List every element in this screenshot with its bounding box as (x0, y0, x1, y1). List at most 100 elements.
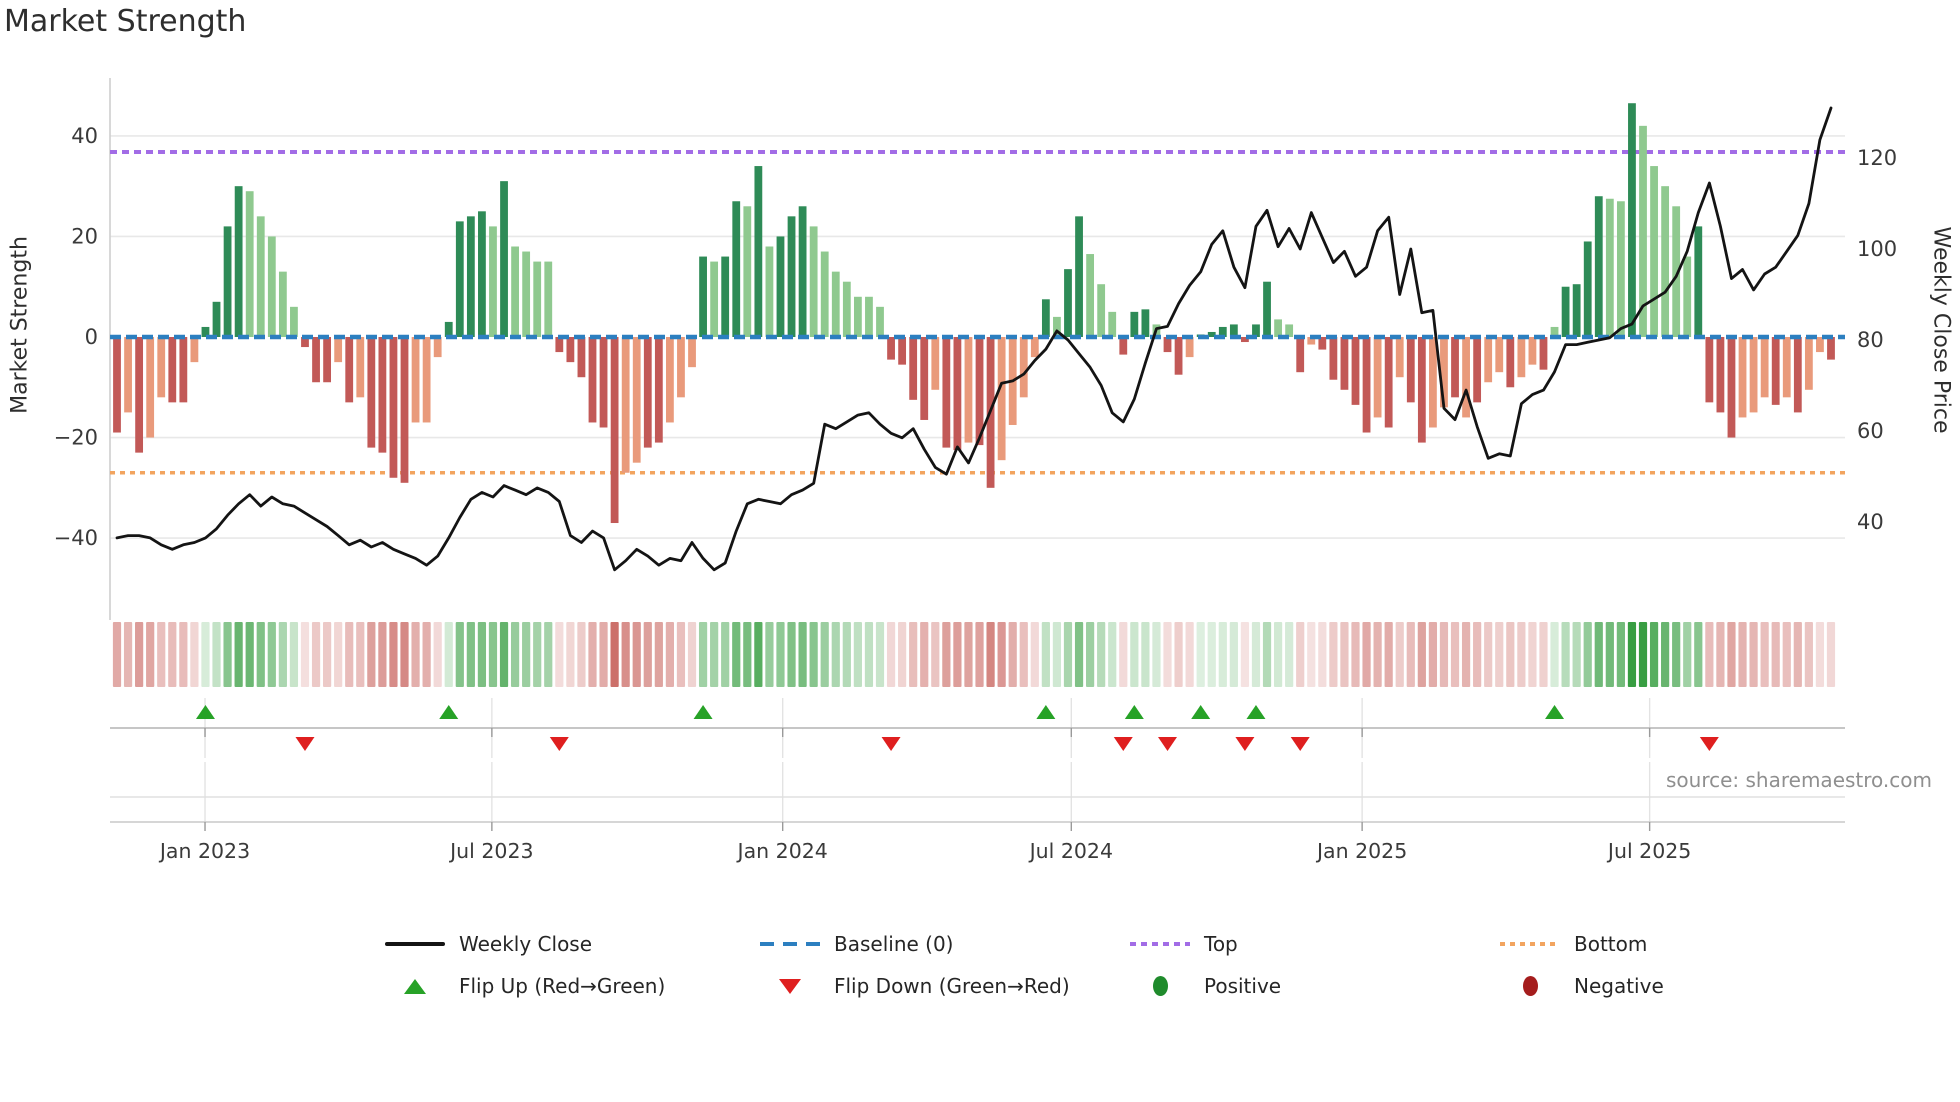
heatmap-cell (1649, 622, 1659, 687)
strength-bar (1373, 337, 1382, 418)
flip-up-marker (693, 705, 713, 719)
strength-bar (1097, 284, 1106, 337)
strength-bar (256, 216, 265, 337)
strength-bar (1816, 337, 1824, 353)
strength-bar (831, 271, 840, 337)
strength-bar (400, 337, 409, 483)
strength-bars (113, 103, 1835, 524)
strength-bar (1506, 337, 1515, 388)
heatmap-cell (1738, 622, 1747, 687)
heatmap-cell (1683, 622, 1692, 687)
strength-bar (1716, 337, 1725, 413)
heatmap-cell (1439, 622, 1449, 687)
heatmap-cell (289, 622, 299, 687)
legend-label: Flip Up (Red→Green) (459, 974, 666, 998)
heatmap-cell (1528, 622, 1537, 687)
heatmap-cell (842, 622, 851, 687)
strength-bar (699, 256, 707, 337)
heatmap-cell (643, 622, 652, 687)
heatmap-cell (190, 622, 199, 687)
strength-bar (754, 166, 763, 337)
heatmap-cell (1583, 622, 1592, 687)
strength-bar (1694, 226, 1703, 337)
x-axis-band: Jan 2023 Jul 2023 Jan 2024 Jul 2024 Jan 2025… (110, 728, 1845, 863)
strength-bar (1661, 186, 1670, 337)
flip-up-triangle-icon (385, 978, 445, 994)
heatmap-cell (1063, 622, 1073, 687)
strength-bar (1616, 201, 1625, 337)
heatmap-cell (1760, 622, 1769, 687)
right-tick-label: 100 (1857, 237, 1897, 261)
heatmap-cell (1041, 622, 1050, 687)
strength-bar (677, 337, 685, 398)
heatmap-cell (986, 622, 995, 687)
heatmap-strip (112, 622, 1836, 687)
heatmap-cell (1052, 622, 1062, 687)
strength-bar (1793, 337, 1802, 413)
heatmap-cell (1074, 622, 1084, 687)
strength-bar (422, 337, 431, 423)
strength-bar (1495, 337, 1504, 373)
strength-bar (765, 246, 774, 337)
flip-up-marker (1191, 705, 1211, 719)
strength-bar (378, 337, 387, 453)
strength-bar (290, 306, 298, 337)
heatmap-cell (146, 622, 155, 687)
negative-dot-icon (1500, 976, 1560, 996)
heatmap-cell (433, 622, 442, 687)
strength-bar (787, 216, 796, 337)
heatmap-cell (743, 622, 752, 687)
heatmap-cell (953, 622, 962, 687)
heatmap-cell (267, 622, 276, 687)
strength-bar (621, 337, 630, 473)
heatmap-cell (1318, 622, 1327, 687)
heatmap-cell (1627, 622, 1637, 687)
strength-bar (953, 337, 962, 451)
heatmap-cell (1461, 622, 1471, 687)
strength-bar (212, 301, 221, 337)
heatmap-cell (488, 622, 498, 687)
heatmap-cell (256, 622, 265, 687)
heatmap-cell (1638, 622, 1648, 687)
strength-bar (345, 337, 354, 403)
heatmap-cell (820, 622, 829, 687)
heatmap-cell (964, 622, 973, 687)
strength-bar (566, 337, 575, 363)
strength-bar (1517, 337, 1526, 378)
strength-bar (1628, 103, 1636, 337)
strength-bar (1594, 196, 1603, 337)
legend-bottom: Bottom (1500, 926, 1647, 962)
strength-bar (1163, 337, 1172, 353)
heatmap-cell (278, 622, 287, 687)
heatmap-cell (444, 622, 453, 687)
strength-bar (245, 191, 254, 337)
flip-down-triangle-icon (760, 978, 820, 994)
strength-bar (853, 296, 862, 337)
flip-down-marker (295, 737, 315, 751)
strength-bar (1705, 337, 1714, 403)
heatmap-cell (787, 622, 796, 687)
strength-bar (1064, 269, 1072, 337)
strength-bar (267, 236, 276, 337)
strength-bar (1827, 337, 1835, 360)
market-strength-chart: Market Strength Market Strength Weekly C… (0, 0, 1960, 1102)
heatmap-cell (1782, 622, 1791, 687)
strength-bar (1749, 337, 1758, 413)
strength-bar (1539, 337, 1548, 370)
heatmap-cell (765, 622, 774, 687)
flip-up-marker (1036, 705, 1056, 719)
flip-down-marker (1113, 737, 1133, 751)
heatmap-cell (1517, 622, 1526, 687)
strength-bar (1086, 254, 1095, 337)
strength-bar (632, 337, 641, 463)
strength-bar (555, 337, 564, 353)
heatmap-cell (1307, 622, 1316, 687)
heatmap-cell (1185, 622, 1194, 687)
heatmap-cell (422, 622, 431, 687)
heatmap-cell (1174, 622, 1183, 687)
strength-bar (865, 296, 873, 337)
strength-bar (1417, 337, 1426, 443)
strength-bar (1075, 216, 1083, 337)
heatmap-cell (665, 622, 674, 687)
heatmap-cell (754, 622, 763, 687)
